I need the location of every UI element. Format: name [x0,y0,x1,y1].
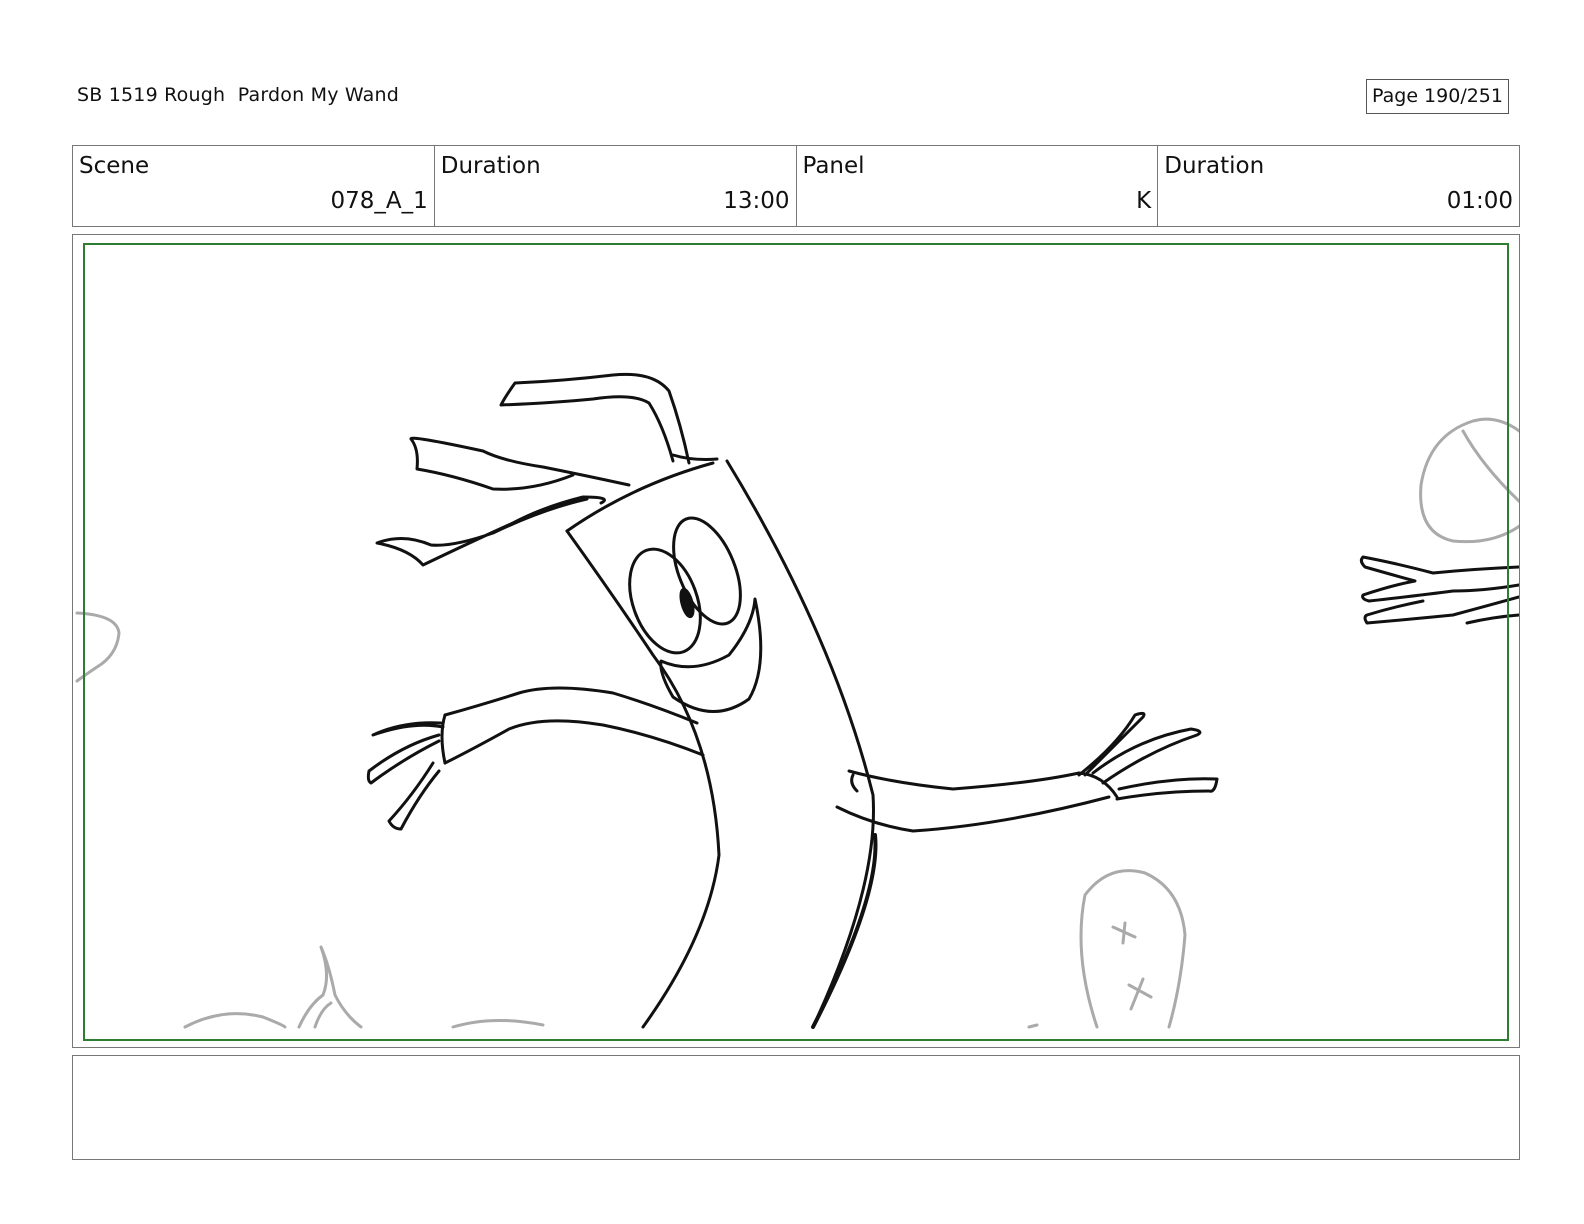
scene-value: 078_A_1 [330,188,428,214]
scene-duration-value: 13:00 [723,188,790,214]
tube-character [366,372,1519,1029]
scene-label: Scene [79,153,150,179]
panel-sketch [75,372,1519,1029]
panel-cell: Panel K [797,146,1159,226]
storyboard-panel [72,234,1520,1048]
panel-label: Panel [802,153,865,179]
scene-duration-cell: Duration 13:00 [435,146,797,226]
scene-info-table: Scene 078_A_1 Duration 13:00 Panel K Dur… [72,145,1520,227]
panel-duration-cell: Duration 01:00 [1158,146,1519,226]
scene-cell: Scene 078_A_1 [73,146,435,226]
scene-duration-label: Duration [440,153,541,179]
background-sketch [75,417,1519,1029]
panel-duration-value: 01:00 [1446,188,1513,214]
notes-box[interactable] [72,1055,1520,1160]
document-title: SB 1519 Rough Pardon My Wand [77,84,400,106]
panel-value: K [1136,188,1152,214]
panel-duration-label: Duration [1164,153,1265,179]
page-number: Page 190/251 [1366,79,1509,114]
